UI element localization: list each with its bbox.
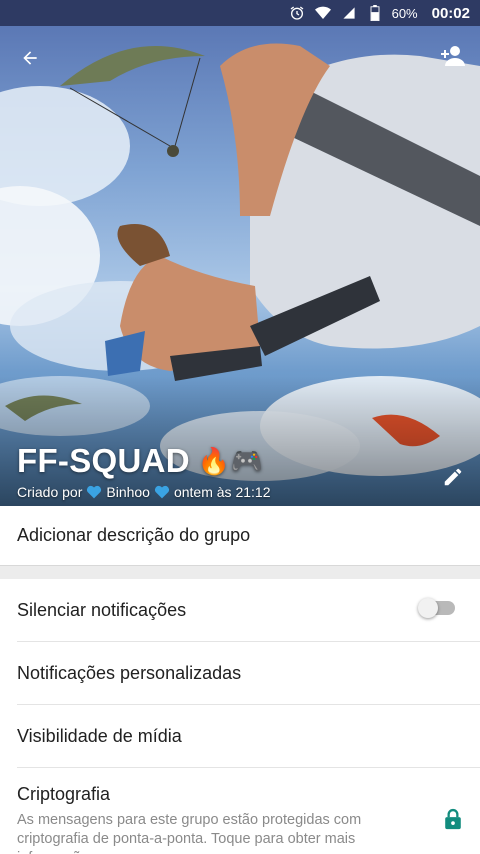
group-name-text: FF-SQUAD xyxy=(17,442,190,479)
mute-notifications-row[interactable]: Silenciar notificações xyxy=(17,579,480,642)
media-visibility-row[interactable]: Visibilidade de mídia xyxy=(17,705,480,768)
add-description-button[interactable]: Adicionar descrição do grupo xyxy=(0,506,480,566)
add-description-label: Adicionar descrição do grupo xyxy=(17,525,251,545)
media-visibility-label: Visibilidade de mídia xyxy=(17,725,182,746)
mute-notifications-label: Silenciar notificações xyxy=(17,599,187,620)
blue-heart-icon xyxy=(87,485,102,499)
encryption-label: Criptografia xyxy=(17,784,111,804)
creator-name: Binhoo xyxy=(106,484,150,500)
group-photo[interactable]: FF-SQUAD 🔥🎮 Criado por Binhoo ontem às 2… xyxy=(0,26,480,506)
battery-percent: 60% xyxy=(391,5,418,21)
group-name: FF-SQUAD 🔥🎮 xyxy=(17,442,263,480)
clock: 00:02 xyxy=(431,4,470,22)
arrow-back-icon xyxy=(23,51,37,65)
encryption-row[interactable]: Criptografia As mensagens para este grup… xyxy=(17,768,480,854)
created-time: ontem às 21:12 xyxy=(173,484,271,500)
group-settings: Silenciar notificações Notificações pers… xyxy=(0,579,480,854)
person-add-icon xyxy=(441,46,465,66)
add-participant-button[interactable] xyxy=(436,40,468,72)
custom-notifications-row[interactable]: Notificações personalizadas xyxy=(17,642,480,705)
lock-icon xyxy=(445,808,461,830)
encryption-description: As mensagens para este grupo estão prote… xyxy=(17,812,362,854)
wifi-icon xyxy=(314,4,332,22)
battery-icon xyxy=(366,4,384,22)
group-name-emoji: 🔥🎮 xyxy=(197,445,264,476)
signal-icon xyxy=(340,4,358,22)
mute-toggle[interactable] xyxy=(418,598,455,618)
back-button[interactable] xyxy=(14,42,46,74)
pencil-icon xyxy=(444,468,462,486)
created-info: Criado por Binhoo ontem às 21:12 xyxy=(17,484,270,500)
alarm-icon xyxy=(288,4,306,22)
mute-toggle-knob xyxy=(418,598,438,618)
custom-notifications-label: Notificações personalizadas xyxy=(17,662,242,683)
status-bar: 60% 00:02 xyxy=(0,0,480,26)
edit-group-name-button[interactable] xyxy=(440,464,466,490)
created-prefix: Criado por xyxy=(17,484,83,500)
blue-heart-icon xyxy=(154,485,170,499)
